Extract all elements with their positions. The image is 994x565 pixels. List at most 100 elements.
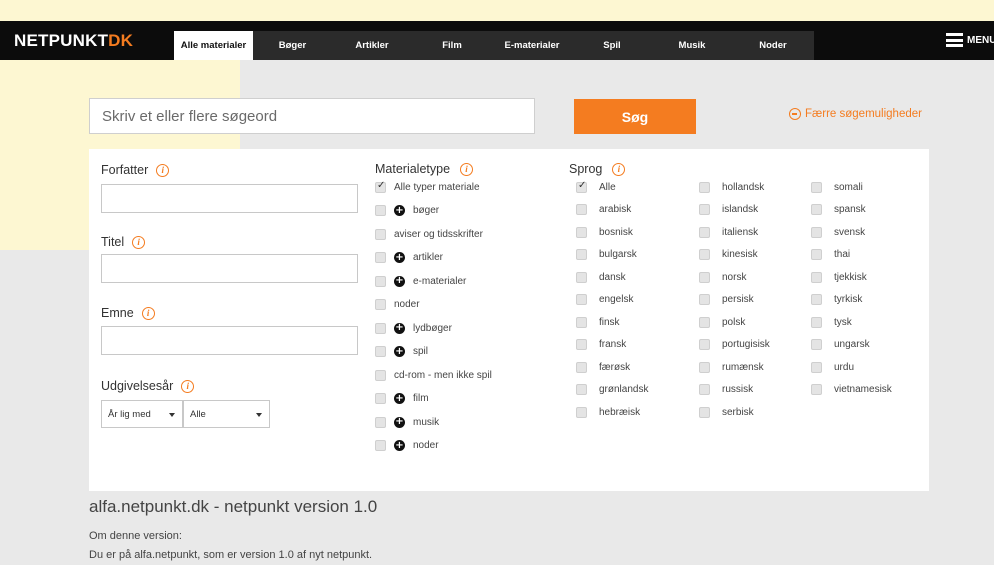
- checkbox[interactable]: [375, 299, 386, 310]
- plus-circle-icon[interactable]: +: [394, 252, 405, 263]
- search-input[interactable]: [89, 98, 535, 134]
- tab-spil[interactable]: Spil: [572, 31, 652, 60]
- language-option[interactable]: kinesisk: [699, 248, 758, 262]
- language-option[interactable]: fransk: [576, 338, 626, 352]
- checkbox[interactable]: [576, 361, 587, 373]
- language-option[interactable]: russisk: [699, 383, 753, 397]
- language-option[interactable]: rumænsk: [699, 360, 764, 374]
- checkbox[interactable]: [811, 204, 822, 215]
- year-operator-select[interactable]: År lig med: [101, 400, 183, 428]
- title-field[interactable]: [101, 254, 358, 283]
- tab-film[interactable]: Film: [412, 31, 492, 60]
- info-icon[interactable]: i: [132, 235, 146, 249]
- language-option[interactable]: tysk: [811, 315, 852, 329]
- language-option[interactable]: engelsk: [576, 293, 633, 307]
- checkbox[interactable]: [375, 440, 386, 451]
- language-option[interactable]: grønlandsk: [576, 383, 648, 397]
- plus-circle-icon[interactable]: +: [394, 440, 405, 451]
- language-option[interactable]: islandsk: [699, 203, 758, 217]
- checkbox[interactable]: [699, 249, 710, 260]
- author-field[interactable]: [101, 184, 358, 213]
- checkbox[interactable]: [375, 180, 386, 193]
- language-option[interactable]: dansk: [576, 270, 626, 284]
- checkbox[interactable]: [699, 316, 710, 328]
- material-option[interactable]: + film: [375, 392, 429, 406]
- language-option[interactable]: polsk: [699, 315, 745, 329]
- language-option[interactable]: ungarsk: [811, 338, 870, 352]
- material-option[interactable]: cd-rom - men ikke spil: [375, 368, 492, 382]
- tab-alle-materialer[interactable]: Alle materialer: [174, 31, 253, 60]
- plus-circle-icon[interactable]: +: [394, 346, 405, 357]
- material-option[interactable]: + artikler: [375, 251, 443, 265]
- checkbox[interactable]: [375, 205, 386, 216]
- info-icon[interactable]: i: [156, 163, 170, 177]
- checkbox[interactable]: [375, 228, 386, 240]
- language-option[interactable]: serbisk: [699, 405, 754, 419]
- checkbox[interactable]: [699, 226, 710, 238]
- language-option[interactable]: arabisk: [576, 203, 631, 217]
- language-option[interactable]: svensk: [811, 225, 865, 239]
- checkbox[interactable]: [576, 294, 587, 305]
- language-option[interactable]: spansk: [811, 203, 866, 217]
- material-option[interactable]: + noder: [375, 439, 439, 453]
- material-option[interactable]: aviser og tidsskrifter: [375, 227, 483, 241]
- checkbox[interactable]: [811, 339, 822, 350]
- tab-e-materialer[interactable]: E-materialer: [492, 31, 572, 60]
- search-button[interactable]: Søg: [574, 99, 696, 134]
- language-option[interactable]: thai: [811, 248, 850, 262]
- checkbox[interactable]: [699, 339, 710, 350]
- material-option[interactable]: Alle typer materiale: [375, 180, 480, 194]
- checkbox[interactable]: [375, 393, 386, 404]
- tab-musik[interactable]: Musik: [652, 31, 732, 60]
- language-option[interactable]: færøsk: [576, 360, 630, 374]
- plus-circle-icon[interactable]: +: [394, 393, 405, 404]
- checkbox[interactable]: [576, 271, 587, 283]
- checkbox[interactable]: [375, 252, 386, 263]
- checkbox[interactable]: [576, 226, 587, 238]
- checkbox[interactable]: [375, 416, 386, 428]
- checkbox[interactable]: [375, 275, 386, 287]
- language-option[interactable]: bosnisk: [576, 225, 633, 239]
- plus-circle-icon[interactable]: +: [394, 275, 405, 287]
- language-option[interactable]: portugisisk: [699, 338, 770, 352]
- checkbox[interactable]: [375, 346, 386, 357]
- info-icon[interactable]: i: [141, 306, 155, 320]
- menu-button[interactable]: MENU: [946, 33, 994, 47]
- language-option[interactable]: bulgarsk: [576, 248, 637, 262]
- tab-noder[interactable]: Noder: [732, 31, 814, 60]
- language-option[interactable]: norsk: [699, 270, 746, 284]
- fewer-options-link[interactable]: Færre søgemuligheder: [789, 108, 922, 120]
- language-option[interactable]: italiensk: [699, 225, 758, 239]
- checkbox[interactable]: [811, 384, 822, 395]
- checkbox[interactable]: [811, 361, 822, 373]
- checkbox[interactable]: [576, 204, 587, 215]
- material-option[interactable]: noder: [375, 298, 420, 312]
- language-option[interactable]: tyrkisk: [811, 293, 862, 307]
- subject-field[interactable]: [101, 326, 358, 355]
- tab-artikler[interactable]: Artikler: [332, 31, 412, 60]
- plus-circle-icon[interactable]: +: [394, 205, 405, 216]
- material-option[interactable]: + spil: [375, 345, 428, 359]
- checkbox[interactable]: [375, 322, 386, 334]
- checkbox[interactable]: [811, 294, 822, 305]
- language-option[interactable]: hollandsk: [699, 180, 764, 194]
- language-option[interactable]: vietnamesisk: [811, 383, 892, 397]
- year-value-select[interactable]: Alle: [183, 400, 270, 428]
- material-option[interactable]: + e-materialer: [375, 274, 466, 288]
- checkbox[interactable]: [699, 361, 710, 373]
- language-option[interactable]: urdu: [811, 360, 854, 374]
- material-option[interactable]: + musik: [375, 415, 439, 429]
- material-option[interactable]: + bøger: [375, 204, 439, 218]
- checkbox[interactable]: [576, 384, 587, 395]
- checkbox[interactable]: [699, 406, 710, 418]
- checkbox[interactable]: [699, 271, 710, 283]
- info-icon[interactable]: i: [181, 379, 195, 393]
- checkbox[interactable]: [811, 271, 822, 283]
- checkbox[interactable]: [811, 181, 822, 193]
- checkbox[interactable]: [811, 316, 822, 328]
- checkbox[interactable]: [699, 181, 710, 193]
- checkbox[interactable]: [576, 249, 587, 260]
- info-icon[interactable]: i: [612, 162, 626, 176]
- checkbox[interactable]: [576, 339, 587, 350]
- plus-circle-icon[interactable]: +: [394, 322, 405, 334]
